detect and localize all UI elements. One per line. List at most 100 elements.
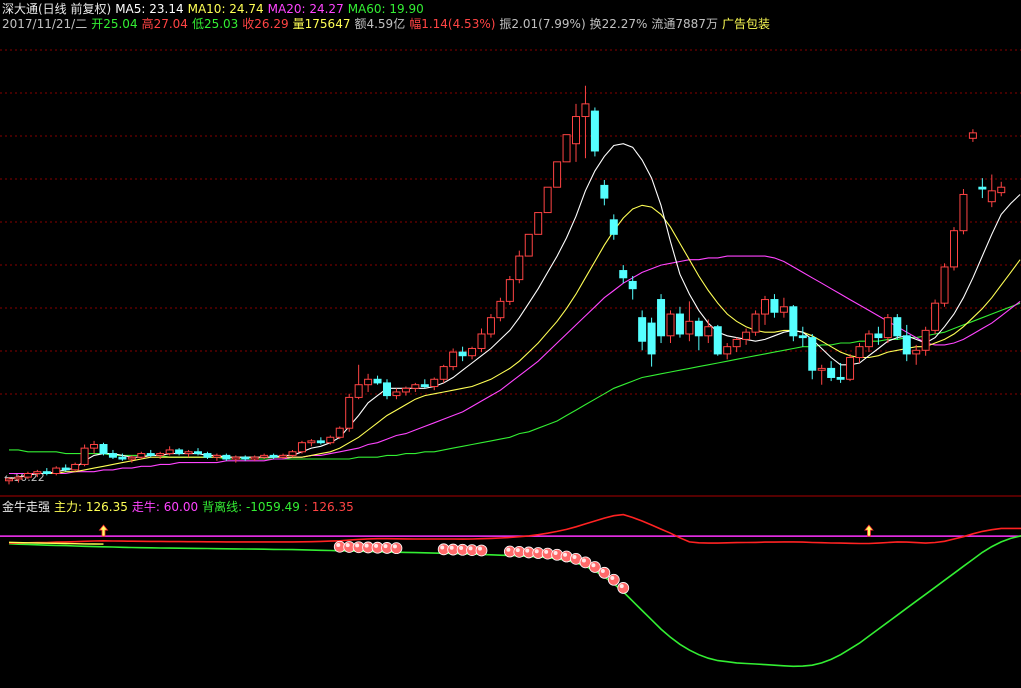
candle-body: [524, 233, 533, 257]
candle-body: [165, 449, 174, 455]
candle: [600, 179, 609, 206]
candle-body: [874, 333, 883, 339]
candle-body: [694, 320, 703, 337]
candle-body: [666, 313, 675, 337]
candle-body: [997, 186, 1006, 194]
ball-highlight: [506, 547, 511, 552]
candle: [269, 453, 278, 460]
candle: [477, 328, 486, 353]
candle-body: [515, 255, 524, 281]
candle: [987, 174, 996, 208]
candle-body: [373, 378, 382, 384]
candle: [685, 301, 694, 342]
candle-body: [90, 444, 99, 449]
candle-body: [458, 351, 467, 357]
candle-body: [23, 473, 32, 478]
ball-highlight: [581, 558, 586, 563]
candle-body: [326, 436, 335, 444]
candle-body: [222, 454, 231, 460]
ball-body: [589, 561, 601, 573]
candle: [42, 468, 51, 476]
candle: [71, 462, 80, 472]
candle: [704, 319, 713, 344]
candle: [52, 466, 61, 476]
candle-body: [779, 306, 788, 313]
candle: [581, 85, 590, 159]
candle-body: [354, 384, 363, 398]
candle-body: [619, 270, 628, 279]
signal-ball: [475, 544, 488, 557]
ball-highlight: [591, 563, 596, 568]
ma60-line: [9, 302, 1021, 460]
candle: [978, 178, 987, 199]
ball-highlight: [563, 552, 568, 557]
ball-highlight: [355, 543, 360, 548]
signal-ball: [598, 566, 611, 579]
candle: [931, 299, 940, 334]
candle-body: [288, 451, 297, 456]
candle-body: [175, 449, 184, 455]
candle-body: [5, 478, 13, 482]
candle: [468, 346, 477, 360]
candle-body: [987, 190, 996, 203]
candle: [231, 455, 240, 463]
candle-body: [383, 382, 391, 397]
candle-body: [846, 357, 855, 380]
buy-arrow: [98, 524, 109, 537]
candle-body: [345, 396, 354, 429]
candle: [657, 294, 666, 344]
candle-body: [864, 333, 873, 348]
candle-body: [950, 230, 958, 268]
candle: [732, 337, 741, 353]
ball-highlight: [468, 546, 473, 551]
candle-body: [600, 184, 609, 199]
candle: [439, 364, 448, 383]
buy-arrow: [864, 524, 874, 537]
candle: [392, 388, 401, 400]
candle: [590, 107, 599, 157]
ball-highlight: [449, 545, 454, 550]
candle: [458, 346, 467, 362]
candle-body: [562, 134, 571, 163]
candle: [515, 250, 524, 284]
ball-body: [617, 582, 630, 594]
candle: [33, 469, 42, 478]
signal-ball: [589, 561, 601, 573]
candlestick-chart[interactable]: [0, 0, 1021, 688]
candle: [921, 326, 930, 356]
candle-body: [279, 454, 288, 458]
candle: [912, 344, 921, 365]
candle-body: [269, 454, 278, 458]
candle-body: [647, 322, 656, 355]
candle-body: [477, 333, 486, 349]
candle: [770, 294, 779, 318]
candle: [449, 348, 458, 371]
candle: [940, 263, 949, 307]
candle-body: [742, 331, 751, 340]
ball-highlight: [610, 575, 615, 580]
candle: [307, 439, 316, 447]
candle: [883, 314, 892, 344]
candle-body: [902, 335, 911, 355]
ball-highlight: [440, 545, 445, 550]
candle: [950, 227, 958, 271]
candle: [212, 453, 221, 461]
candle: [675, 306, 684, 338]
candle-body: [912, 349, 921, 355]
candle-body: [704, 326, 713, 337]
candle: [335, 426, 344, 440]
ball-highlight: [600, 569, 605, 574]
candle: [723, 343, 732, 360]
candle-body: [732, 338, 741, 348]
candle-body: [685, 320, 694, 335]
candle: [742, 328, 751, 345]
candle: [959, 189, 968, 235]
candle: [430, 377, 439, 391]
candle-body: [817, 367, 826, 371]
candle-body: [921, 329, 930, 351]
candle: [609, 214, 618, 240]
candle: [23, 471, 32, 479]
candle-body: [80, 447, 89, 465]
candle-body: [297, 442, 306, 453]
candle: [420, 379, 429, 389]
